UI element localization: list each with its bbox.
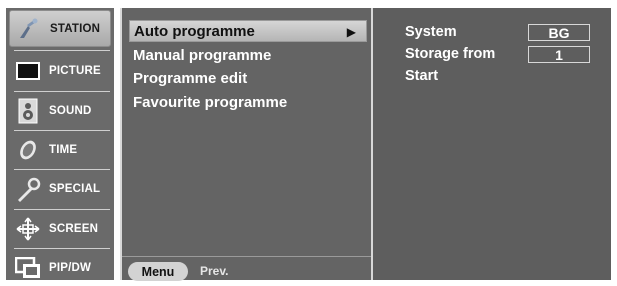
- sound-icon: [13, 96, 43, 126]
- sidebar-item-label: SPECIAL: [49, 182, 101, 195]
- sidebar-item-label: SCREEN: [49, 222, 99, 235]
- sidebar-item-picture[interactable]: PICTURE: [9, 52, 111, 89]
- auto-programme-settings-panel: System BG Storage from 1 Start: [373, 8, 611, 280]
- pip-dw-icon: [13, 253, 43, 283]
- special-icon: [13, 174, 43, 204]
- menu-item-label: Programme edit: [133, 69, 248, 87]
- sidebar-item-station[interactable]: STATION: [9, 10, 111, 47]
- sidebar-item-time[interactable]: TIME: [9, 131, 111, 168]
- menu-item-favourite-programme[interactable]: Favourite programme: [129, 91, 367, 113]
- menu-item-label: Manual programme: [133, 46, 272, 64]
- tv-osd-menu: STATION PICTURE SOUND TIME SPECIAL SCREE…: [0, 0, 617, 282]
- submenu-arrow-icon: ▶: [346, 25, 356, 39]
- sidebar-item-label: TIME: [49, 143, 78, 156]
- menu-item-label: Favourite programme: [133, 93, 288, 111]
- footer-divider: [122, 256, 371, 257]
- sidebar-item-sound[interactable]: SOUND: [9, 92, 111, 129]
- category-sidebar: STATION PICTURE SOUND TIME SPECIAL SCREE…: [6, 8, 114, 280]
- system-value-field[interactable]: BG: [528, 24, 590, 41]
- menu-item-auto-programme[interactable]: Auto programme ▶: [129, 20, 367, 42]
- storage-from-value-field[interactable]: 1: [528, 46, 590, 63]
- menu-item-label: Auto programme: [134, 22, 255, 40]
- sidebar-item-label: PICTURE: [49, 64, 101, 77]
- sidebar-item-pip-dw[interactable]: PIP/DW: [9, 249, 111, 286]
- station-icon: [14, 14, 44, 44]
- time-icon: [13, 135, 43, 165]
- prev-hint: Prev.: [200, 264, 229, 278]
- start-option[interactable]: Start: [405, 68, 438, 84]
- station-submenu-panel: Auto programme ▶ Manual programme Progra…: [120, 8, 373, 281]
- menu-item-manual-programme[interactable]: Manual programme: [129, 44, 367, 66]
- picture-icon: [13, 56, 43, 86]
- sidebar-item-label: PIP/DW: [49, 261, 92, 274]
- menu-button[interactable]: Menu: [128, 262, 188, 281]
- sidebar-item-label: SOUND: [49, 104, 92, 117]
- sidebar-item-special[interactable]: SPECIAL: [9, 170, 111, 207]
- screen-icon: [13, 214, 43, 244]
- sidebar-item-label: STATION: [50, 22, 101, 35]
- storage-from-label: Storage from: [405, 46, 496, 62]
- menu-item-programme-edit[interactable]: Programme edit: [129, 67, 367, 89]
- sidebar-item-screen[interactable]: SCREEN: [9, 210, 111, 247]
- system-label: System: [405, 24, 457, 40]
- sidebar-divider: [14, 50, 110, 51]
